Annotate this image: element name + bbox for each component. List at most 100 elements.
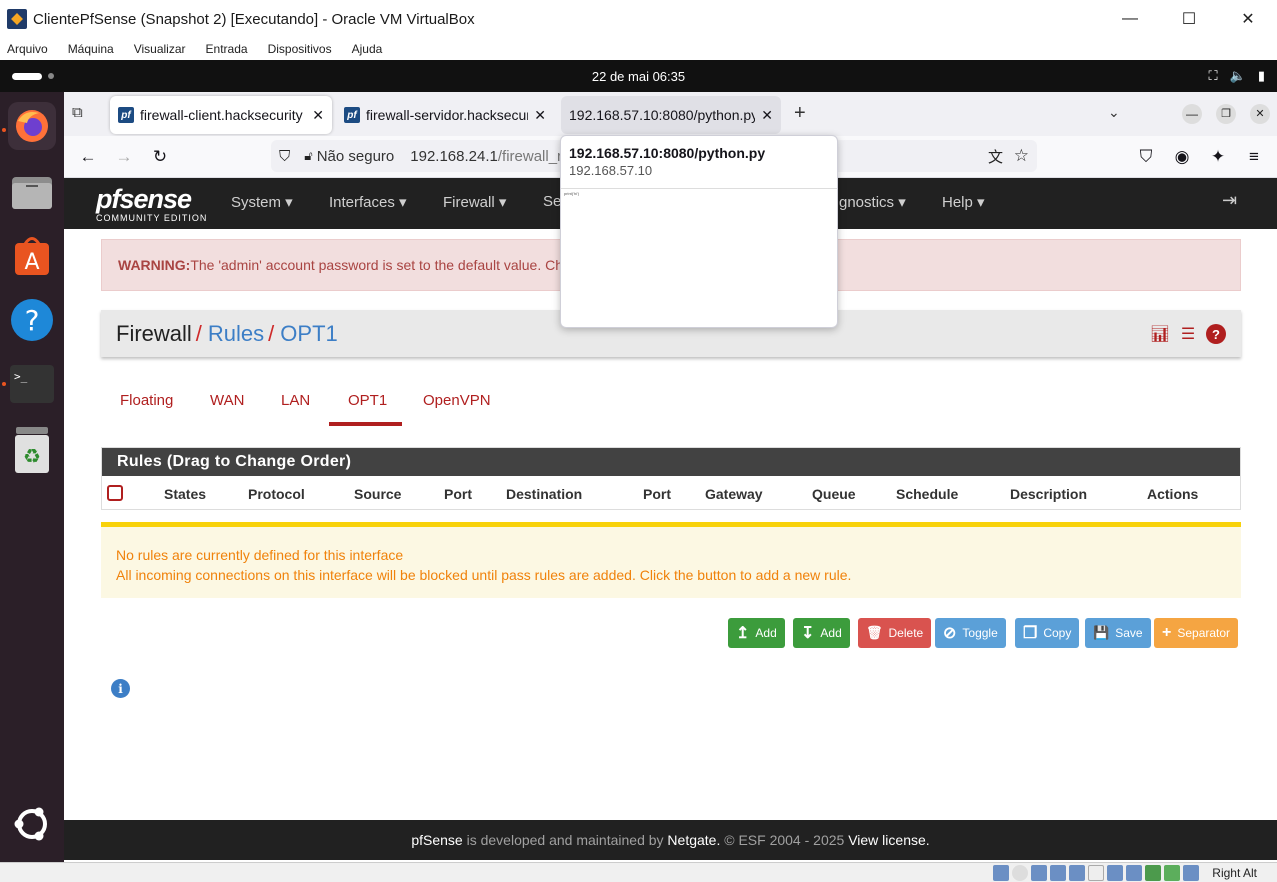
- tab-close-icon[interactable]: ✕: [534, 107, 546, 124]
- breadcrumb-opt1[interactable]: OPT1: [280, 321, 337, 347]
- new-tab-button[interactable]: +: [794, 102, 806, 125]
- tab-python-py[interactable]: 192.168.57.10:8080/python.py ✕: [561, 96, 781, 134]
- tab-firewall-servidor[interactable]: pf firewall-servidor.hacksecurity ✕: [336, 96, 554, 134]
- display-icon[interactable]: [1107, 865, 1123, 881]
- menu-interfaces[interactable]: Interfaces ▾: [329, 193, 407, 211]
- list-tabs-icon[interactable]: ⌄: [1108, 104, 1120, 121]
- maximize-button[interactable]: ☐: [1160, 0, 1218, 38]
- tab-overview-icon[interactable]: ⧉: [72, 104, 92, 124]
- arrow-up-icon: ↥: [736, 625, 750, 642]
- bar-chart-icon[interactable]: 📊︎: [1150, 324, 1170, 344]
- tab-opt1[interactable]: OPT1: [348, 392, 387, 409]
- insecure-lock-icon[interactable]: 🔓︎: [304, 148, 312, 164]
- browser-minimize-button[interactable]: —: [1182, 104, 1202, 124]
- vbox-title-bar: ClientePfSense (Snapshot 2) [Executando]…: [0, 0, 1277, 38]
- cpu-icon[interactable]: [1145, 865, 1161, 881]
- audio-icon[interactable]: [1031, 865, 1047, 881]
- logout-icon[interactable]: ⇥: [1222, 190, 1237, 211]
- svg-text:?: ?: [25, 304, 40, 337]
- tab-openvpn[interactable]: OpenVPN: [423, 392, 491, 409]
- col-gateway: Gateway: [705, 486, 763, 502]
- browser-tab-strip: ⧉ pf firewall-client.hacksecurity ✕ pf f…: [64, 92, 1277, 136]
- menu-arquivo[interactable]: Arquivo: [7, 42, 48, 56]
- svg-text:♻: ♻: [23, 444, 41, 468]
- copy-button[interactable]: ❐ Copy: [1015, 618, 1080, 648]
- footer-brand[interactable]: pfSense: [411, 832, 462, 848]
- clock[interactable]: 22 de mai 06:35: [0, 60, 1277, 92]
- active-tab-indicator: [329, 422, 402, 426]
- menu-firewall[interactable]: Firewall ▾: [443, 193, 506, 211]
- recording-icon[interactable]: [1126, 865, 1142, 881]
- close-button[interactable]: ✕: [1219, 0, 1277, 38]
- menu-dispositivos[interactable]: Dispositivos: [268, 42, 332, 56]
- menu-help[interactable]: Help ▾: [942, 193, 985, 211]
- bookmark-star-icon[interactable]: ☆: [1014, 146, 1029, 166]
- usb-icon[interactable]: [1069, 865, 1085, 881]
- col-protocol: Protocol: [248, 486, 305, 502]
- ubuntu-apps-icon[interactable]: [8, 800, 56, 848]
- forward-icon[interactable]: →: [111, 144, 137, 170]
- pfsense-logo[interactable]: pfsense COMMUNITY EDITION: [96, 184, 207, 223]
- delete-button[interactable]: 🗑 Delete: [858, 618, 932, 648]
- shield-icon[interactable]: ⛉: [279, 148, 290, 165]
- browser-close-button[interactable]: ✕: [1250, 104, 1270, 124]
- terminal-icon[interactable]: >_: [8, 360, 56, 408]
- help-icon[interactable]: ?: [8, 296, 56, 344]
- info-icon[interactable]: i: [111, 679, 130, 698]
- menu-ajuda[interactable]: Ajuda: [352, 42, 383, 56]
- copy-icon: ❐: [1023, 625, 1038, 642]
- col-actions: Actions: [1147, 486, 1199, 502]
- shared-folders-icon[interactable]: [1088, 865, 1104, 881]
- system-tray[interactable]: ⛶ 🔈 ▮: [1209, 66, 1265, 86]
- footer-license-link[interactable]: View license.: [848, 832, 929, 848]
- host-key-label: Right Alt: [1212, 866, 1257, 880]
- tab-close-icon[interactable]: ✕: [761, 107, 773, 124]
- menu-diagnostics[interactable]: gnostics ▾: [839, 193, 906, 211]
- keyboard-capture-icon[interactable]: [1183, 865, 1199, 881]
- menu-services[interactable]: Se: [543, 193, 561, 210]
- extensions-icon[interactable]: ✦: [1205, 144, 1231, 170]
- separator-button[interactable]: + Separator: [1154, 618, 1239, 648]
- volume-icon: 🔈: [1229, 68, 1246, 83]
- tab-wan[interactable]: WAN: [210, 392, 244, 409]
- menu-visualizar[interactable]: Visualizar: [134, 42, 186, 56]
- list-icon[interactable]: ☰: [1178, 324, 1198, 344]
- menu-entrada[interactable]: Entrada: [206, 42, 248, 56]
- app-center-icon[interactable]: A: [8, 232, 56, 280]
- trash-icon[interactable]: ♻: [8, 426, 56, 474]
- menu-system[interactable]: System ▾: [231, 193, 293, 211]
- pocket-icon[interactable]: ⛉: [1133, 144, 1159, 170]
- tab-lan[interactable]: LAN: [281, 392, 310, 409]
- network-adapter-icon[interactable]: [1050, 865, 1066, 881]
- back-icon[interactable]: ←: [75, 144, 101, 170]
- toggle-button[interactable]: ⊘ Toggle: [935, 618, 1006, 648]
- account-icon[interactable]: ◉: [1169, 144, 1195, 170]
- insecure-label[interactable]: Não seguro: [317, 148, 395, 165]
- help-circle-icon[interactable]: ?: [1206, 324, 1226, 344]
- translate-icon[interactable]: 文: [988, 146, 1003, 167]
- footer-netgate-link[interactable]: Netgate.: [667, 832, 720, 848]
- tab-firewall-client[interactable]: pf firewall-client.hacksecurity ✕: [110, 96, 332, 134]
- breadcrumb-rules[interactable]: Rules: [208, 321, 264, 347]
- tab-floating[interactable]: Floating: [120, 392, 173, 409]
- add-bottom-button[interactable]: ↧ Add: [793, 618, 850, 648]
- menu-maquina[interactable]: Máquina: [68, 42, 114, 56]
- col-states: States: [164, 486, 207, 502]
- tab-close-icon[interactable]: ✕: [312, 107, 324, 124]
- arrow-down-icon: ↧: [801, 625, 815, 642]
- mouse-integration-icon[interactable]: [1164, 865, 1180, 881]
- reload-icon[interactable]: ↻: [147, 144, 173, 170]
- firefox-icon[interactable]: [8, 102, 56, 150]
- minimize-button[interactable]: —: [1101, 0, 1159, 38]
- hard-disk-icon[interactable]: [993, 865, 1009, 881]
- no-rules-notice: No rules are currently defined for this …: [101, 522, 1241, 598]
- add-top-button[interactable]: ↥ Add: [728, 618, 785, 648]
- preview-title: 192.168.57.10:8080/python.py: [569, 145, 766, 161]
- save-button[interactable]: 💾 Save: [1085, 618, 1151, 648]
- files-icon[interactable]: [8, 168, 56, 216]
- rules-panel-title: Rules (Drag to Change Order): [102, 448, 1240, 476]
- browser-restore-button[interactable]: ❐: [1216, 104, 1236, 124]
- optical-drive-icon[interactable]: [1012, 865, 1028, 881]
- select-all-checkbox[interactable]: [107, 485, 123, 501]
- menu-hamburger-icon[interactable]: ≡: [1241, 144, 1267, 170]
